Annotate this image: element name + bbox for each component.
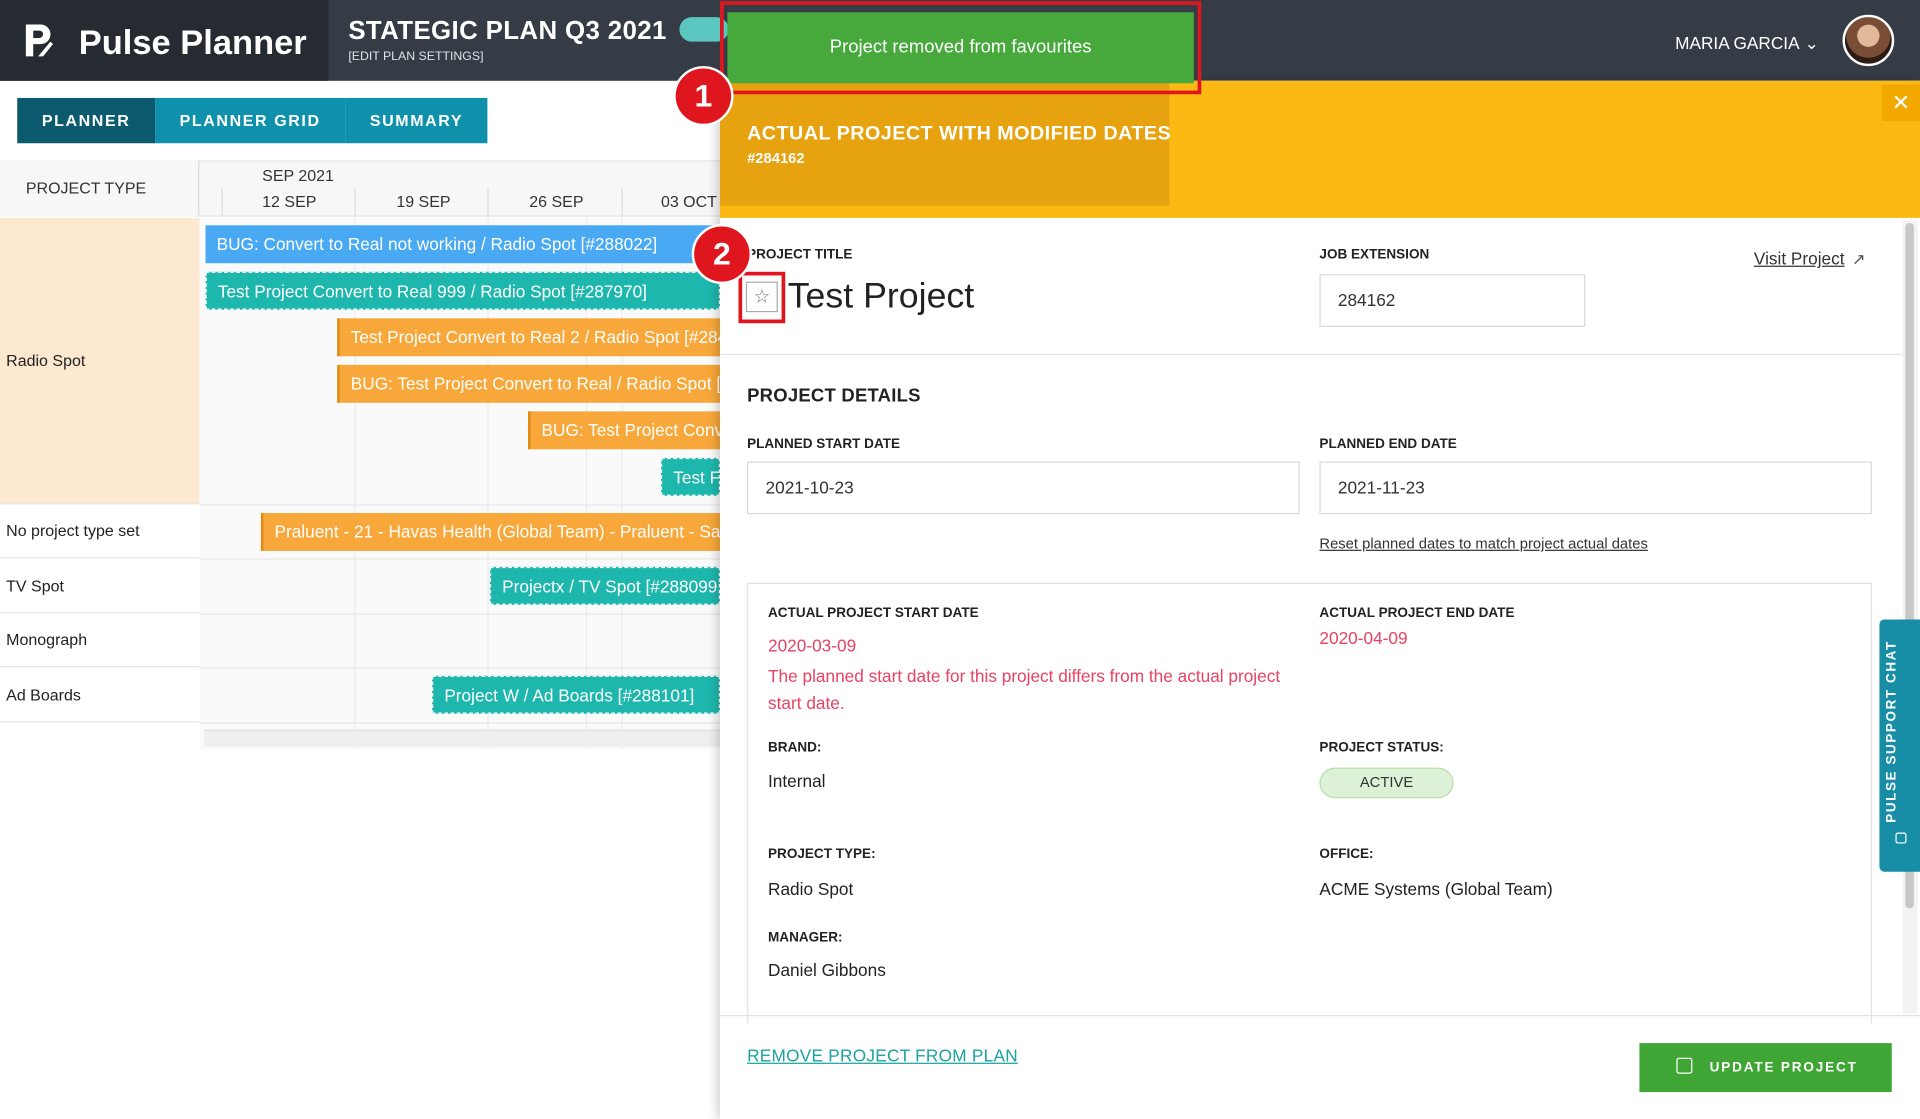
annotation-highlight-toast bbox=[720, 1, 1202, 95]
update-project-label: UPDATE PROJECT bbox=[1709, 1060, 1858, 1075]
lane-divider bbox=[199, 613, 721, 615]
details-box bbox=[747, 582, 1873, 1024]
row-label-no-type: No project type set bbox=[0, 504, 200, 559]
user-name: MARIA GARCIA bbox=[1675, 33, 1800, 53]
project-bar[interactable]: Projectx / TV Spot [#288099 bbox=[489, 566, 721, 605]
week-divider bbox=[221, 188, 223, 216]
support-chat-label: PULSE SUPPORT CHAT bbox=[1884, 640, 1900, 823]
save-icon bbox=[1676, 1057, 1693, 1074]
avatar[interactable] bbox=[1842, 14, 1895, 67]
lane-divider bbox=[199, 722, 721, 724]
actual-end-value: 2020-04-09 bbox=[1319, 628, 1408, 648]
edit-plan-settings-link[interactable]: [EDIT PLAN SETTINGS] bbox=[348, 50, 483, 63]
divider bbox=[720, 353, 1902, 356]
project-type-column-header: PROJECT TYPE bbox=[0, 160, 200, 217]
project-title-label: PROJECT TITLE bbox=[747, 247, 853, 263]
footer-divider bbox=[720, 1014, 1920, 1017]
month-label: SEP 2021 bbox=[262, 166, 334, 185]
job-extension-field[interactable]: 284162 bbox=[1319, 274, 1586, 327]
user-menu[interactable]: MARIA GARCIA ⌄ bbox=[1675, 33, 1819, 54]
panel-header-number: #284162 bbox=[747, 149, 805, 167]
row-label-radio-spot: Radio Spot bbox=[0, 217, 200, 505]
project-bar[interactable]: Test Fa bbox=[660, 457, 721, 496]
panel-header-title: ACTUAL PROJECT WITH MODIFIED DATES bbox=[747, 123, 1172, 145]
manager-label: MANAGER: bbox=[768, 930, 843, 946]
actual-end-label: ACTUAL PROJECT END DATE bbox=[1319, 606, 1515, 621]
planned-end-label: PLANNED END DATE bbox=[1319, 437, 1457, 452]
pulse-logo-icon bbox=[25, 24, 53, 57]
tab-summary[interactable]: SUMMARY bbox=[345, 97, 488, 144]
lane-divider bbox=[199, 667, 721, 669]
lane-divider bbox=[199, 558, 721, 560]
app-name: Pulse Planner bbox=[78, 23, 307, 62]
project-bar[interactable]: BUG: Convert to Real not working / Radio… bbox=[205, 225, 721, 264]
annotation-highlight-star bbox=[738, 271, 786, 324]
row-label-monograph: Monograph bbox=[0, 613, 200, 668]
row-label-tv-spot: TV Spot bbox=[0, 558, 200, 614]
remove-project-link[interactable]: REMOVE PROJECT FROM PLAN bbox=[747, 1046, 1018, 1066]
project-bar[interactable]: Project W / Ad Boards [#288101] bbox=[432, 675, 721, 714]
week-label: 12 SEP bbox=[262, 192, 317, 211]
brand-area[interactable]: Pulse Planner bbox=[0, 0, 329, 81]
project-status-label: PROJECT STATUS: bbox=[1319, 740, 1444, 756]
planned-end-field[interactable]: 2021-11-23 bbox=[1319, 461, 1873, 515]
close-panel-button[interactable]: ✕ bbox=[1881, 84, 1920, 122]
date-warning: The planned start date for this project … bbox=[768, 666, 1281, 713]
manager-value: Daniel Gibbons bbox=[768, 959, 886, 980]
timeline-scrollbar[interactable] bbox=[204, 729, 721, 747]
tab-planner[interactable]: PLANNER bbox=[17, 97, 156, 144]
row-label-ad-boards: Ad Boards bbox=[0, 667, 200, 723]
close-icon: ✕ bbox=[1891, 90, 1911, 116]
project-type-label: PROJECT TYPE: bbox=[768, 847, 876, 862]
visit-project-label: Visit Project bbox=[1753, 248, 1845, 269]
chat-icon bbox=[1895, 832, 1907, 844]
actual-start-value: 2020-03-09 bbox=[768, 635, 857, 656]
project-bar[interactable]: Test Project Convert to Real 999 / Radio… bbox=[205, 271, 721, 310]
update-project-button[interactable]: UPDATE PROJECT bbox=[1639, 1043, 1892, 1093]
tab-planner-grid[interactable]: PLANNER GRID bbox=[155, 97, 346, 144]
week-divider bbox=[487, 188, 489, 216]
week-label: 03 OCT bbox=[660, 192, 717, 211]
office-label: OFFICE: bbox=[1319, 847, 1374, 862]
project-detail-panel: ACTUAL PROJECT WITH MODIFIED DATES #2841… bbox=[720, 80, 1920, 1119]
project-type-value: Radio Spot bbox=[768, 879, 854, 899]
status-badge: ACTIVE bbox=[1319, 767, 1454, 799]
job-extension-label: JOB EXTENSION bbox=[1319, 247, 1430, 263]
brand-label: BRAND: bbox=[768, 740, 822, 756]
planned-start-field[interactable]: 2021-10-23 bbox=[747, 461, 1300, 515]
week-label: 19 SEP bbox=[396, 192, 451, 211]
external-link-icon: ↗ bbox=[1851, 249, 1866, 269]
section-title: PROJECT DETAILS bbox=[747, 385, 921, 407]
project-title: Test Project bbox=[787, 276, 975, 316]
plan-title[interactable]: STATEGIC PLAN Q3 2021 bbox=[348, 17, 666, 46]
project-bar[interactable]: BUG: Test Project Conve bbox=[528, 411, 721, 450]
office-value: ACME Systems (Global Team) bbox=[1319, 879, 1553, 899]
planned-start-label: PLANNED START DATE bbox=[747, 437, 901, 452]
annotation-marker-1: 1 bbox=[673, 66, 734, 127]
project-bar[interactable]: Praluent - 21 - Havas Health (Global Tea… bbox=[260, 512, 721, 551]
project-bar[interactable]: BUG: Test Project Convert to Real / Radi… bbox=[337, 364, 721, 403]
lane-divider bbox=[199, 504, 721, 506]
view-tabs: PLANNER PLANNER GRID SUMMARY bbox=[17, 97, 488, 144]
actual-start-label: ACTUAL PROJECT START DATE bbox=[768, 606, 979, 621]
week-divider bbox=[621, 188, 623, 216]
week-label: 26 SEP bbox=[529, 192, 584, 211]
brand-value: Internal bbox=[768, 771, 826, 791]
project-bar[interactable]: Test Project Convert to Real 2 / Radio S… bbox=[337, 318, 721, 357]
annotation-marker-2: 2 bbox=[691, 224, 753, 285]
chevron-down-icon: ⌄ bbox=[1804, 33, 1819, 53]
visit-project-link[interactable]: Visit Project ↗ bbox=[1754, 249, 1865, 270]
week-divider bbox=[354, 188, 356, 216]
reset-dates-link[interactable]: Reset planned dates to match project act… bbox=[1319, 535, 1647, 552]
